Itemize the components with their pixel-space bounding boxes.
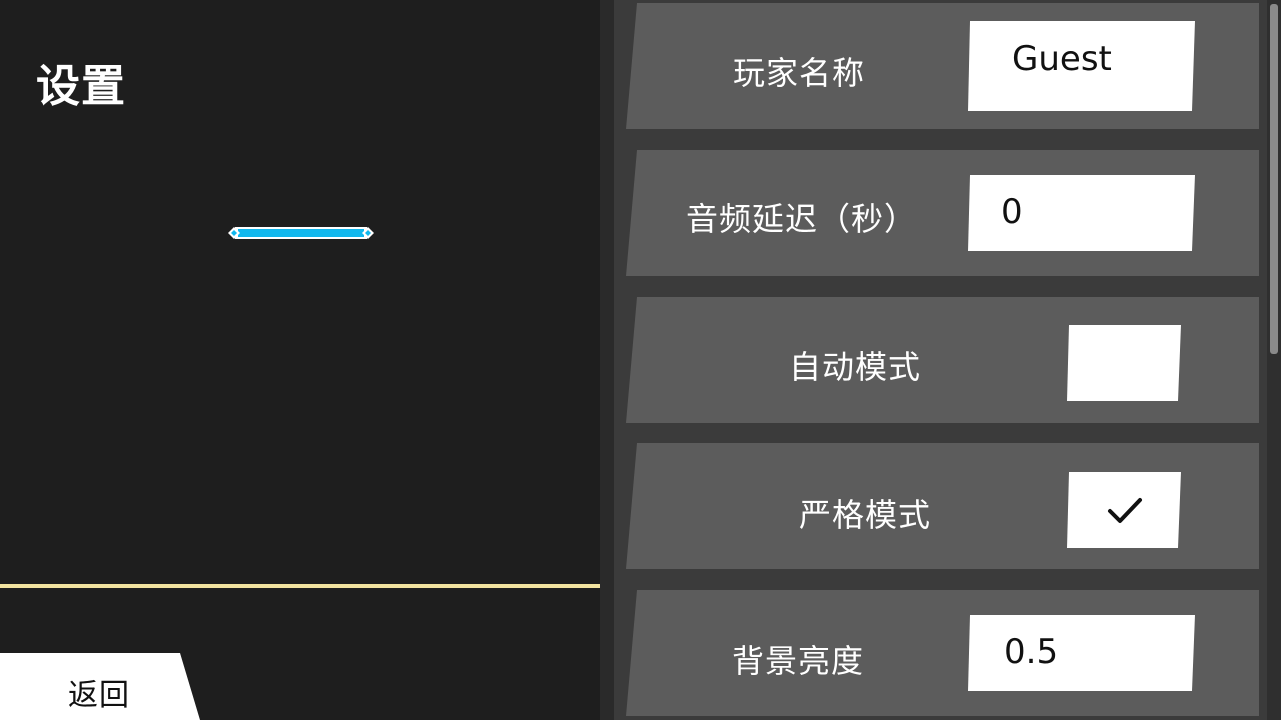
back-button-label: 返回: [68, 678, 130, 713]
page-title: 设置: [36, 61, 126, 112]
audio-delay-label: 音频延迟（秒）: [686, 200, 918, 238]
checkmark-icon: [1108, 498, 1142, 523]
strict-mode-checkbox[interactable]: [1067, 472, 1181, 548]
scrollbar-thumb[interactable]: [1270, 4, 1278, 354]
bg-brightness-label: 背景亮度: [732, 642, 865, 680]
auto-mode-checkbox[interactable]: [1067, 325, 1181, 401]
audio-delay-input[interactable]: 0: [968, 175, 1195, 251]
player-name-input[interactable]: Guest: [968, 21, 1195, 111]
bg-brightness-input[interactable]: 0.5: [968, 615, 1195, 691]
player-name-value: Guest: [1012, 39, 1112, 79]
audio-delay-value: 0: [1001, 192, 1023, 232]
bg-brightness-value: 0.5: [1004, 632, 1059, 672]
judge-line: [0, 584, 600, 588]
player-name-label: 玩家名称: [733, 54, 866, 92]
auto-mode-label: 自动模式: [789, 348, 922, 386]
pane-divider: [600, 0, 614, 720]
note-preview: [228, 227, 374, 239]
preview-pane: 设置: [0, 0, 600, 720]
strict-mode-label: 严格模式: [799, 496, 932, 534]
